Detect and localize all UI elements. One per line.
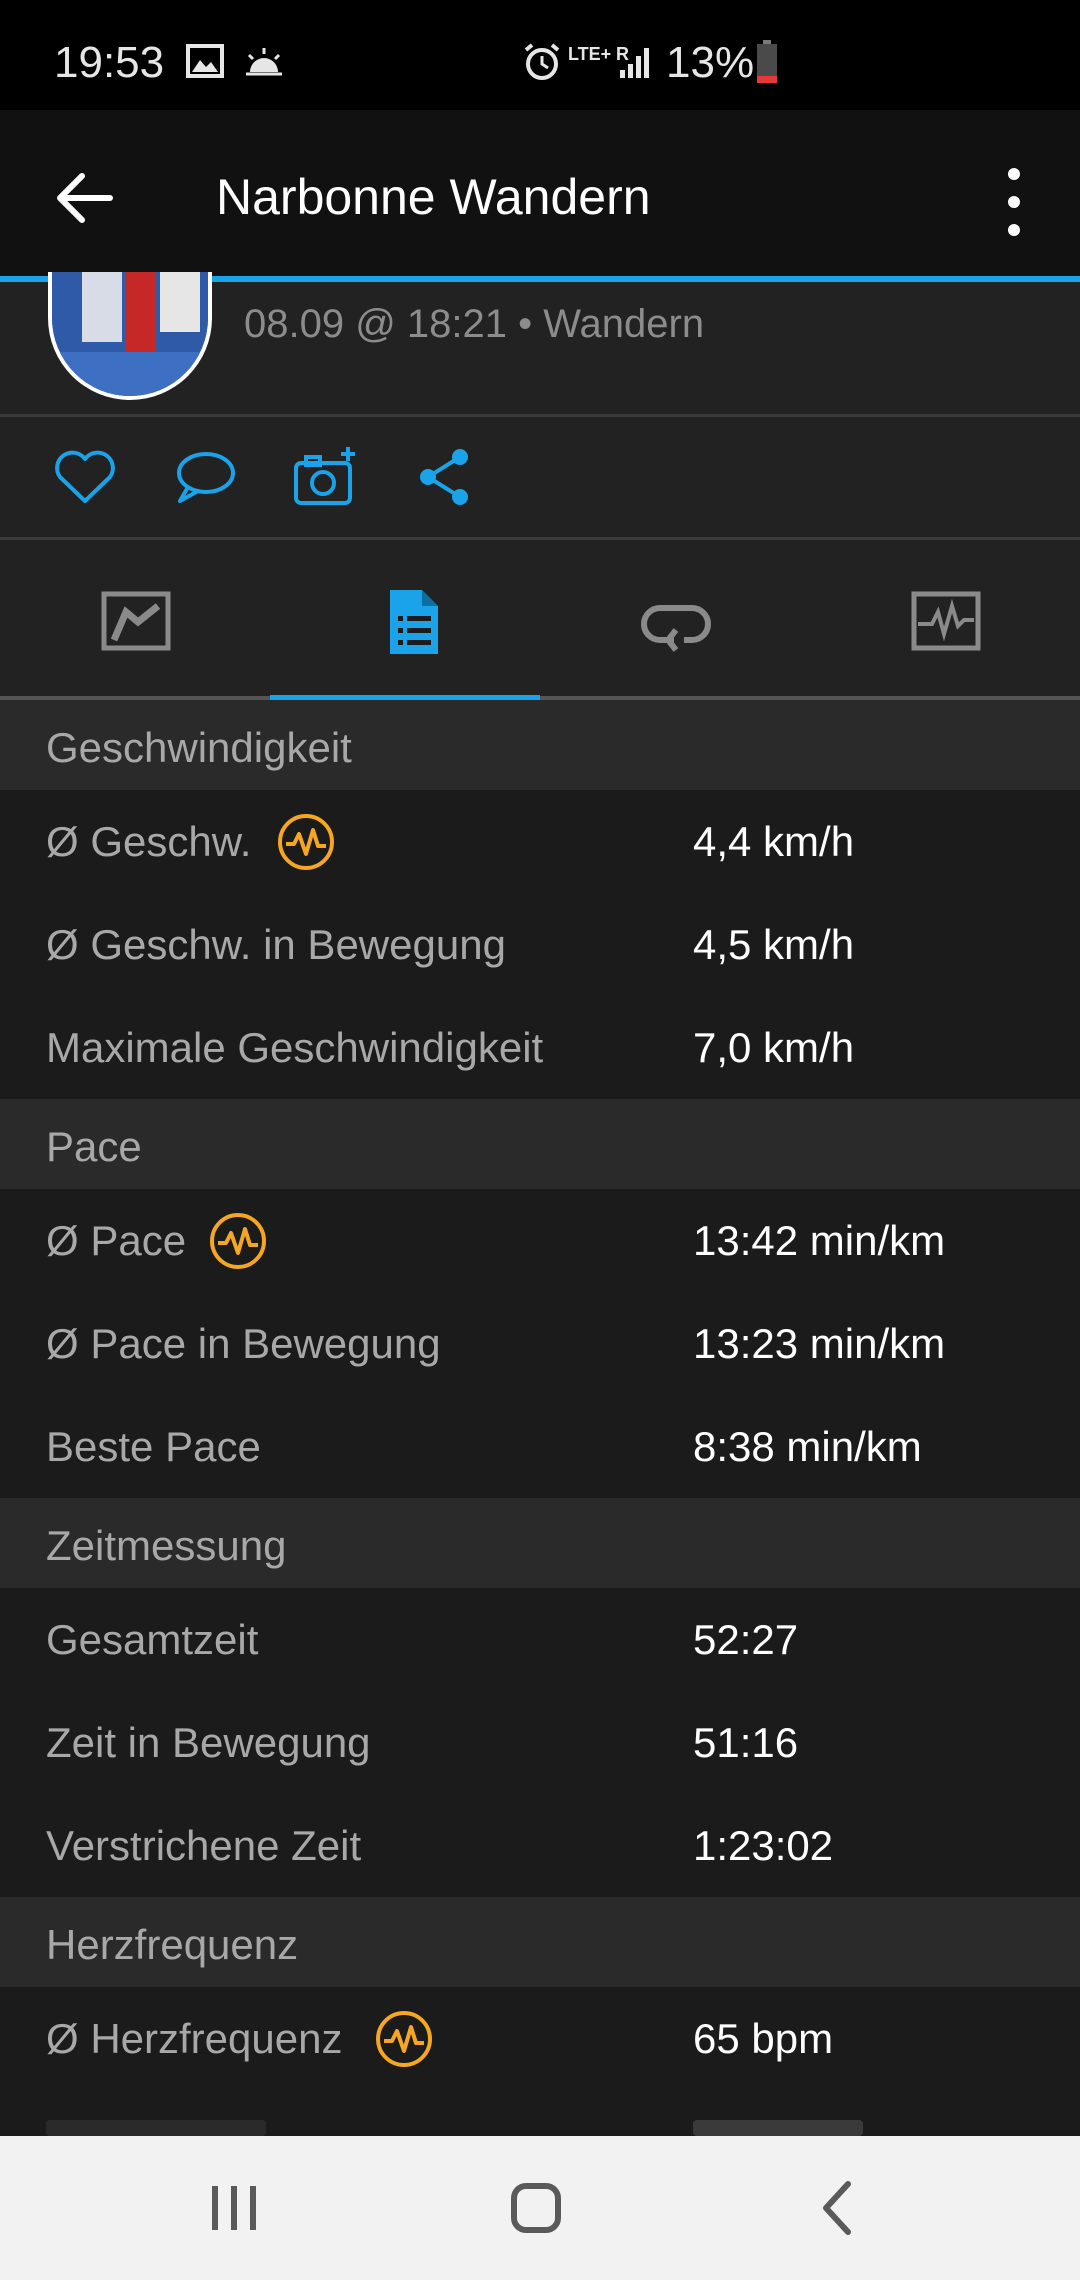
tab-map[interactable] — [0, 540, 270, 700]
stats-list-icon — [390, 590, 438, 654]
stat-row: Zeit in Bewegung 51:16 — [0, 1691, 1080, 1794]
stat-value: 13:23 min/km — [693, 1320, 946, 1367]
graph-icon — [911, 591, 981, 651]
weather-icon — [246, 48, 282, 76]
system-nav-bar — [0, 2136, 1080, 2280]
signal-icon — [620, 48, 649, 78]
stat-row: Beste Pace 8:38 min/km — [0, 1395, 1080, 1498]
avatar[interactable] — [48, 272, 212, 400]
stat-row: Ø Herzfrequenz 65 bpm — [0, 1987, 1080, 2090]
battery-percent: 13% — [666, 38, 755, 87]
heart-rate-badge-icon — [210, 1213, 266, 1269]
stat-row: Verstrichene Zeit 1:23:02 — [0, 1794, 1080, 1897]
partially-hidden-row-content — [46, 2120, 266, 2136]
more-vert-icon[interactable] — [990, 162, 1038, 242]
stat-value: 7,0 km/h — [693, 1024, 855, 1071]
section-header-heart-rate: Herzfrequenz — [0, 1897, 1080, 1987]
stat-value: 13:42 min/km — [693, 1217, 946, 1264]
add-photo-icon[interactable] — [292, 445, 358, 509]
alarm-icon — [524, 43, 560, 80]
social-actions — [0, 417, 1080, 537]
tab-bar — [0, 540, 1080, 701]
stat-label: Maximale Geschwindigkeit — [46, 1024, 544, 1071]
stat-label: Ø Pace — [46, 1217, 187, 1264]
heart-rate-badge-icon — [278, 814, 334, 870]
stat-label: Ø Herzfrequenz — [46, 2015, 343, 2062]
stat-row: Ø Geschw. 4,4 km/h — [0, 790, 1080, 893]
stat-row: Ø Pace 13:42 min/km — [0, 1189, 1080, 1292]
section-title: Pace — [46, 1123, 142, 1170]
section-title: Zeitmessung — [46, 1522, 287, 1569]
heart-rate-badge-icon — [376, 2011, 432, 2067]
share-icon[interactable] — [412, 445, 478, 509]
tab-laps[interactable] — [540, 540, 810, 700]
map-icon — [101, 591, 171, 651]
tab-stats[interactable] — [270, 540, 540, 700]
image-icon — [186, 44, 224, 78]
stat-value: 65 bpm — [693, 2015, 834, 2062]
section-title: Herzfrequenz — [46, 1921, 299, 1968]
status-bar: 19:53 LTE+ R 13% — [0, 0, 1080, 110]
heart-icon[interactable] — [52, 445, 118, 509]
app-bar: Narbonne Wandern — [0, 110, 1080, 276]
stat-label: Verstrichene Zeit — [46, 1822, 362, 1869]
tab-graphs[interactable] — [810, 540, 1080, 700]
stat-label: Beste Pace — [46, 1423, 261, 1470]
stat-row: Ø Geschw. in Bewegung 4,5 km/h — [0, 893, 1080, 996]
stat-value: 1:23:02 — [693, 1822, 834, 1869]
section-header-speed: Geschwindigkeit — [0, 700, 1080, 790]
activity-subtitle: 08.09 @ 18:21 • Wandern — [244, 302, 705, 346]
stat-label: Zeit in Bewegung — [46, 1719, 371, 1766]
stat-row: Gesamtzeit 52:27 — [0, 1588, 1080, 1691]
stat-label: Ø Geschw. — [46, 818, 252, 865]
comment-icon[interactable] — [172, 445, 238, 509]
stat-row: Maximale Geschwindigkeit 7,0 km/h — [0, 996, 1080, 1099]
section-header-timing: Zeitmessung — [0, 1498, 1080, 1588]
battery-icon — [757, 40, 777, 83]
section-title: Geschwindigkeit — [46, 724, 352, 771]
stat-row: Ø Pace in Bewegung 13:23 min/km — [0, 1292, 1080, 1395]
home-icon[interactable] — [496, 2172, 576, 2244]
stat-value: 52:27 — [693, 1616, 799, 1663]
section-header-pace: Pace — [0, 1099, 1080, 1189]
stat-value: 8:38 min/km — [693, 1423, 922, 1470]
stat-value: 51:16 — [693, 1719, 799, 1766]
page-title: Narbonne Wandern — [216, 169, 651, 225]
stat-label: Ø Pace in Bewegung — [46, 1320, 441, 1367]
stat-value: 4,5 km/h — [693, 921, 855, 968]
stat-value: 4,4 km/h — [693, 818, 855, 865]
activity-header: 08.09 @ 18:21 • Wandern — [0, 272, 1080, 414]
back-icon[interactable] — [798, 2172, 878, 2244]
status-time: 19:53 — [54, 38, 165, 87]
recent-apps-icon[interactable] — [194, 2172, 274, 2244]
partially-hidden-row-content — [693, 2120, 863, 2136]
stat-label: Ø Geschw. in Bewegung — [46, 921, 506, 968]
network-label: LTE+ — [568, 44, 612, 64]
laps-icon — [641, 605, 711, 652]
stat-label: Gesamtzeit — [46, 1616, 259, 1663]
arrow-left-icon[interactable] — [48, 162, 120, 234]
stat-row-partial — [0, 2090, 1080, 2136]
